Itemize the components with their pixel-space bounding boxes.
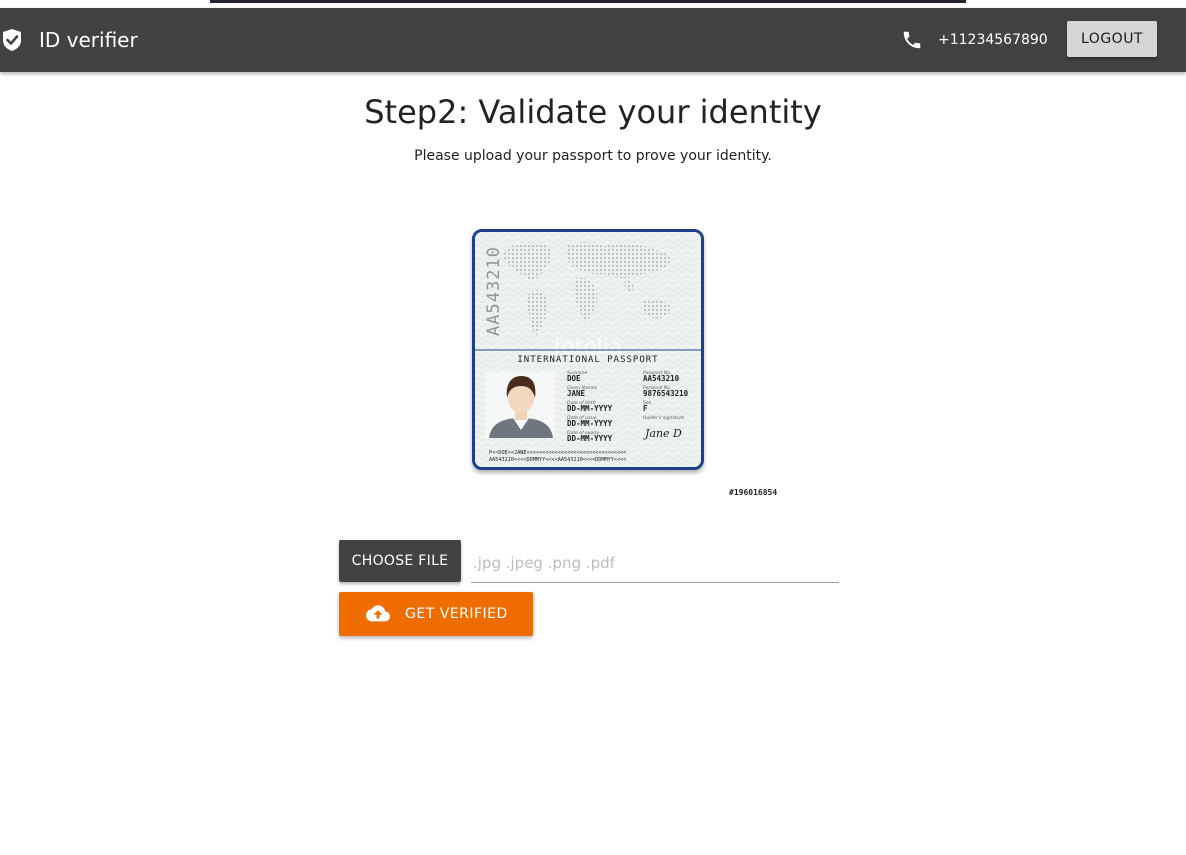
stock-image-id: #196016854 xyxy=(729,488,778,497)
mrz-line-1: P<<DOE<<JANE<<<<<<<<<<<<<<<<<<<<<<<<<<<<… xyxy=(489,450,626,456)
browser-tab-strip xyxy=(210,0,966,3)
logout-button[interactable]: LOGOUT xyxy=(1067,21,1157,57)
cloud-upload-icon xyxy=(366,603,390,625)
app-bar: ID verifier +11234567890 LOGOUT xyxy=(0,8,1186,72)
get-verified-label: GET VERIFIED xyxy=(405,606,508,622)
svg-text:DD-MM-YYYY: DD-MM-YYYY xyxy=(567,419,613,428)
svg-text:F: F xyxy=(643,404,648,413)
svg-text:DOE: DOE xyxy=(567,374,581,383)
svg-text:DD-MM-YYYY: DD-MM-YYYY xyxy=(567,434,613,443)
side-passport-number: AA543210 xyxy=(484,246,504,336)
page-title: Step2: Validate your identity xyxy=(364,93,822,131)
svg-text:JANE: JANE xyxy=(567,389,586,398)
holder-signature: Jane D xyxy=(643,427,682,440)
svg-text:9876543210: 9876543210 xyxy=(643,389,689,398)
choose-file-button[interactable]: CHOOSE FILE xyxy=(339,540,461,582)
svg-text:AA543210: AA543210 xyxy=(643,374,680,383)
get-verified-button[interactable]: GET VERIFIED xyxy=(339,592,533,636)
phone-icon xyxy=(901,29,923,51)
passport-header: INTERNATIONAL PASSPORT xyxy=(517,355,658,365)
app-title: ID verifier xyxy=(39,28,138,52)
file-path-input[interactable] xyxy=(471,543,839,583)
svg-text:DD-MM-YYYY: DD-MM-YYYY xyxy=(567,404,613,413)
browser-top-edge xyxy=(0,0,1186,8)
holder-photo xyxy=(485,372,555,438)
svg-text:Holder's signature: Holder's signature xyxy=(643,415,684,421)
passport-sample-image: fotolia AA543210 INTERNATIONAL PASSPORT … xyxy=(472,229,704,470)
shield-check-icon xyxy=(2,28,22,52)
phone-number: +11234567890 xyxy=(938,32,1048,48)
mrz-line-2: AA543210<<<<DDMMYY<<<<AA543210<<<<DDMMYY… xyxy=(489,457,626,463)
page-subtitle: Please upload your passport to prove you… xyxy=(414,148,772,164)
